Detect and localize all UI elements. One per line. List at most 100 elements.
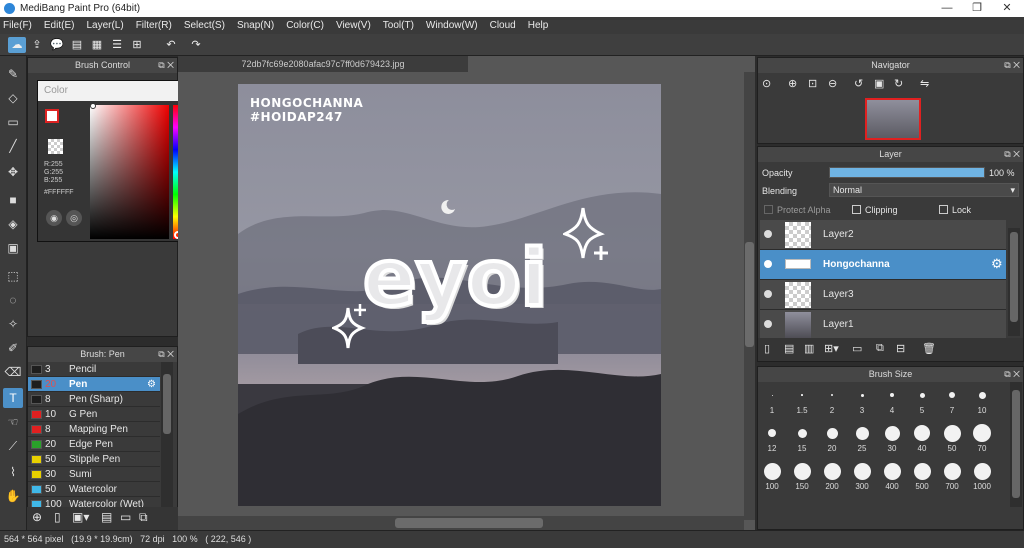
rotate-left-icon[interactable]: ↺: [854, 77, 863, 90]
navigator-thumbnail[interactable]: [865, 98, 921, 140]
brush-item[interactable]: 50 Watercolor: [28, 482, 160, 497]
grid-icon[interactable]: ⊞: [128, 37, 146, 53]
merge-layer-icon[interactable]: ⊟: [896, 342, 905, 355]
duplicate-layer-icon[interactable]: ⧉: [876, 342, 884, 355]
brush-size-option[interactable]: 10: [967, 384, 997, 420]
gradient-tool-icon[interactable]: ▣: [3, 238, 23, 258]
menu-layer[interactable]: Layer(L): [86, 20, 123, 31]
brush-tool-icon[interactable]: ✎: [3, 64, 23, 84]
eye-icon[interactable]: [764, 230, 772, 238]
layer-list-scrollbar[interactable]: [1008, 228, 1020, 336]
minimize-button[interactable]: —: [932, 0, 962, 17]
delete-layer-icon[interactable]: 🗑: [922, 342, 936, 355]
gear-icon[interactable]: ⚙: [147, 377, 156, 392]
brush-size-option[interactable]: 1.5: [787, 384, 817, 420]
reset-view-icon[interactable]: ▣: [874, 77, 884, 90]
brush-size-option[interactable]: 70: [967, 422, 997, 458]
brush-size-option[interactable]: 1000: [967, 460, 997, 496]
brush-item[interactable]: 20 Pen ⚙: [28, 377, 160, 392]
list-icon[interactable]: ☰: [108, 37, 126, 53]
redo-icon[interactable]: ↷: [187, 37, 205, 53]
brush-size-option[interactable]: 12: [757, 422, 787, 458]
zoom-fit-icon[interactable]: ⊙: [762, 77, 771, 90]
fill-rect-tool-icon[interactable]: ■: [3, 190, 23, 210]
brush-size-option[interactable]: 1: [757, 384, 787, 420]
select-pen-icon[interactable]: ✐: [3, 338, 23, 358]
palette-icon[interactable]: ◉: [46, 210, 62, 226]
menu-filter[interactable]: Filter(R): [136, 20, 172, 31]
eyedropper-tool-icon[interactable]: ⟋: [3, 436, 23, 456]
brush-size-option[interactable]: 25: [847, 422, 877, 458]
brush-size-option[interactable]: 200: [817, 460, 847, 496]
artwork-canvas[interactable]: HONGOCHANNA #HOIDAP247 eyoi: [238, 84, 661, 506]
brush-size-option[interactable]: 20: [817, 422, 847, 458]
rotate-right-icon[interactable]: ↻: [894, 77, 903, 90]
message-icon[interactable]: ▤: [68, 37, 86, 53]
eye-icon[interactable]: [764, 290, 772, 298]
brush-duplicate-icon[interactable]: ⧉: [139, 510, 148, 525]
panel-pin-close-icon[interactable]: ⧉ ✕: [158, 58, 174, 73]
add-brush-icon[interactable]: ⊕: [32, 510, 42, 524]
text-tool-icon[interactable]: T: [3, 388, 23, 408]
brush-size-option[interactable]: 15: [787, 422, 817, 458]
brush-size-option[interactable]: 30: [877, 422, 907, 458]
upload-icon[interactable]: ⇪: [28, 37, 46, 53]
color-picker-cursor[interactable]: [90, 103, 96, 109]
menu-window[interactable]: Window(W): [426, 20, 478, 31]
protect-alpha-checkbox[interactable]: [764, 205, 773, 214]
menu-edit[interactable]: Edit(E): [44, 20, 75, 31]
brush-folder-icon[interactable]: ▭: [120, 510, 131, 524]
clipping-checkbox[interactable]: [852, 205, 861, 214]
layer-row[interactable]: Layer1: [760, 310, 1006, 340]
brush-size-option[interactable]: 100: [757, 460, 787, 496]
zoom-out-icon[interactable]: ⊖: [828, 77, 837, 90]
operation-tool-icon[interactable]: ☜: [3, 412, 23, 432]
menu-view[interactable]: View(V): [336, 20, 371, 31]
brush-item[interactable]: 10 G Pen: [28, 407, 160, 422]
menu-tool[interactable]: Tool(T): [383, 20, 414, 31]
undo-icon[interactable]: ↶: [162, 37, 180, 53]
magic-wand-icon[interactable]: ✧: [3, 314, 23, 334]
bucket-tool-icon[interactable]: ◈: [3, 214, 23, 234]
menu-file[interactable]: File(F): [3, 20, 32, 31]
move-tool-icon[interactable]: ✥: [3, 162, 23, 182]
eye-icon[interactable]: [764, 260, 772, 268]
select-rect-tool-icon[interactable]: ⬚: [3, 266, 23, 286]
eraser-tool-icon[interactable]: ◇: [3, 88, 23, 108]
saturation-value-picker[interactable]: [90, 105, 169, 239]
document-icon[interactable]: ▦: [88, 37, 106, 53]
vertical-scroll-thumb[interactable]: [745, 242, 754, 347]
brush-item[interactable]: 3 Pencil: [28, 362, 160, 377]
brush-size-scrollbar[interactable]: [1010, 382, 1022, 507]
add-layer-menu-icon[interactable]: ⊞▾: [824, 342, 839, 355]
brush-item[interactable]: 8 Mapping Pen: [28, 422, 160, 437]
line-tool-icon[interactable]: ╱: [3, 136, 23, 156]
panel-pin-close-icon[interactable]: ⧉ ✕: [1004, 58, 1020, 73]
close-window-button[interactable]: ✕: [992, 0, 1022, 17]
lasso-tool-icon[interactable]: ◌: [3, 290, 23, 310]
panel-pin-close-icon[interactable]: ⧉ ✕: [1004, 147, 1020, 162]
layer-folder-icon[interactable]: ▭: [852, 342, 862, 355]
blending-select[interactable]: Normal ▾: [829, 183, 1019, 197]
brush-size-option[interactable]: 300: [847, 460, 877, 496]
eye-icon[interactable]: [764, 320, 772, 328]
new-8bit-layer-icon[interactable]: ▥: [804, 342, 814, 355]
palette-settings-icon[interactable]: ◎: [66, 210, 82, 226]
opacity-slider[interactable]: [829, 167, 985, 178]
canvas-vertical-scrollbar[interactable]: [744, 72, 755, 520]
menu-cloud[interactable]: Cloud: [490, 20, 516, 31]
menu-color[interactable]: Color(C): [286, 20, 324, 31]
menu-select[interactable]: Select(S): [184, 20, 225, 31]
maximize-button[interactable]: ❐: [962, 0, 992, 17]
new-halftone-layer-icon[interactable]: ▤: [784, 342, 794, 355]
brush-list-scroll-thumb[interactable]: [163, 374, 171, 434]
transparent-color-swatch[interactable]: [48, 139, 63, 154]
gear-icon[interactable]: ⚙: [991, 256, 1003, 272]
brush-size-scroll-thumb[interactable]: [1012, 390, 1020, 498]
brush-size-option[interactable]: 700: [937, 460, 967, 496]
comment-icon[interactable]: 💬: [48, 37, 66, 53]
brush-size-option[interactable]: 7: [937, 384, 967, 420]
panel-pin-close-icon[interactable]: ⧉ ✕: [158, 347, 174, 362]
zoom-in-icon[interactable]: ⊕: [788, 77, 797, 90]
brush-doc-icon[interactable]: ▤: [101, 510, 112, 524]
